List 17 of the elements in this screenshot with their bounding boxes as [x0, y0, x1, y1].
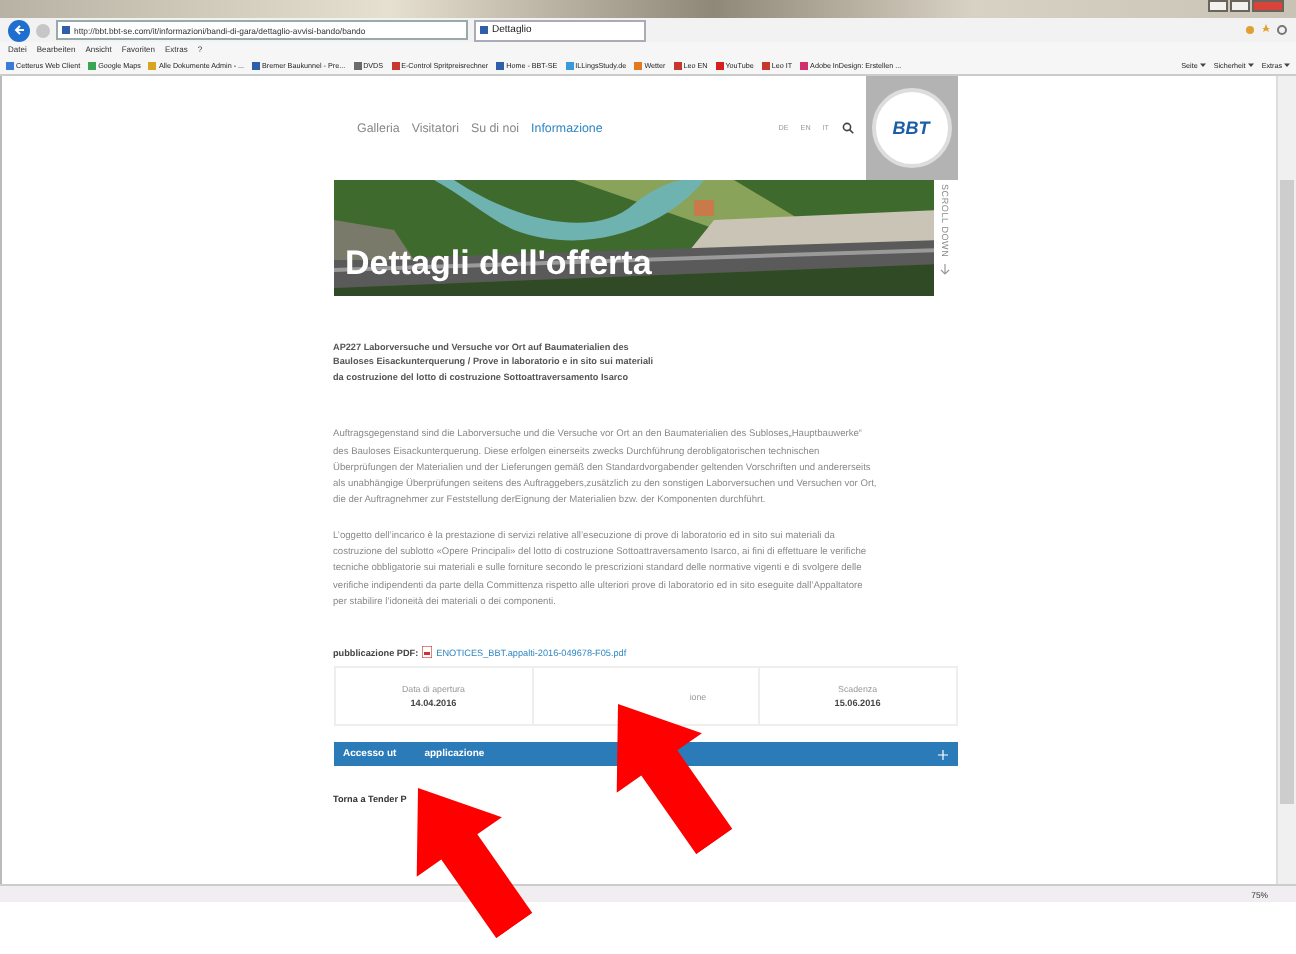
- favicon-icon: [480, 26, 488, 34]
- caret-icon: [1284, 62, 1290, 68]
- page-title: Dettagli dell'offerta: [345, 244, 652, 284]
- caret-icon: [1247, 62, 1254, 68]
- toolbar-icons-drawing[interactable]: [1244, 24, 1288, 36]
- pdf-file-icon: [422, 646, 433, 659]
- back-arrow-icon: [13, 24, 25, 36]
- maximize-button[interactable]: [1230, 0, 1250, 12]
- caret-icon: [1199, 62, 1206, 68]
- scrollbar[interactable]: [1276, 76, 1296, 884]
- search-icon[interactable]: [841, 122, 853, 134]
- back-button[interactable]: [8, 19, 30, 41]
- plus-icon: [937, 749, 947, 760]
- favicon-icon: [62, 26, 70, 34]
- down-arrow-icon: [940, 263, 951, 276]
- logo[interactable]: BBT: [865, 76, 957, 180]
- minimize-button[interactable]: [1208, 0, 1228, 12]
